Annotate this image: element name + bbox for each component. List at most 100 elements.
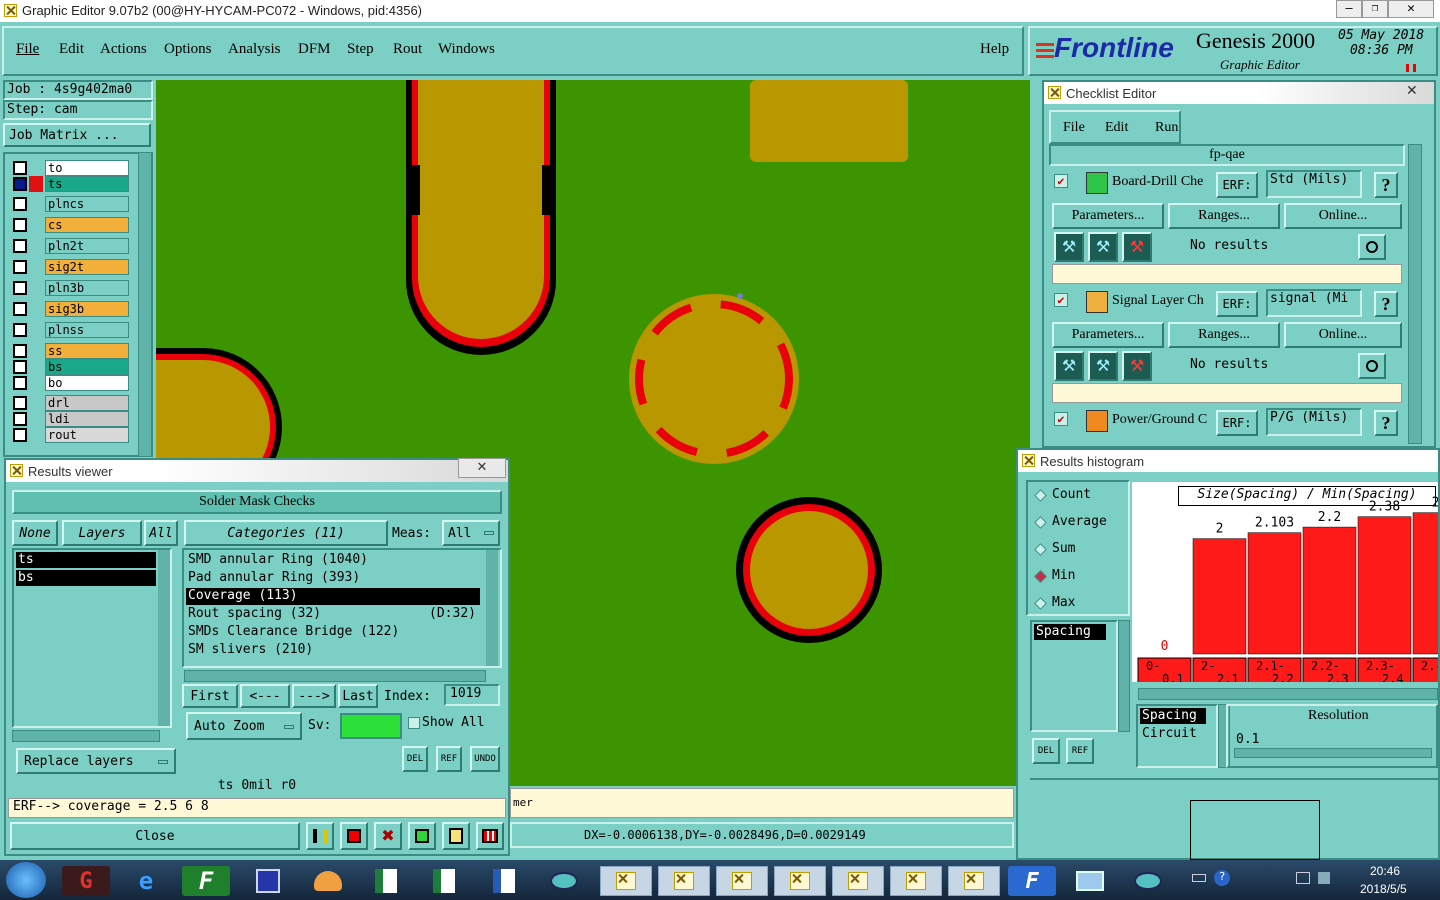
sv-color-select[interactable] (340, 713, 402, 739)
layer-checkbox[interactable] (13, 177, 27, 191)
agg-option-max[interactable]: Max (1034, 594, 1126, 614)
taskbar-app-monitor[interactable] (1066, 866, 1114, 896)
maximize-button[interactable]: ❐ (1362, 0, 1388, 18)
next-button[interactable]: ---> (292, 684, 336, 708)
tool-icon-3[interactable]: ✖ (374, 822, 402, 850)
checklist-menu-file[interactable]: File (1063, 120, 1085, 136)
taskbar-excel-1[interactable] (362, 866, 410, 896)
menu-help[interactable]: Help (980, 41, 1009, 58)
erf-field-2[interactable]: P/G (Mils) (1266, 408, 1362, 436)
results-close-button[interactable]: Close (10, 822, 300, 850)
layer-row-bo[interactable]: bo (11, 375, 129, 391)
replace-layers-select[interactable]: Replace layers (16, 748, 176, 774)
layer-row-plnss[interactable]: plnss (11, 322, 129, 338)
checklist-menu-edit[interactable]: Edit (1105, 120, 1128, 136)
run-icon-0-2[interactable]: ⚒ (1122, 232, 1152, 262)
job-matrix-button[interactable]: Job Matrix ... (3, 123, 151, 147)
taskbar-window-3[interactable] (716, 866, 768, 896)
erf-button-2[interactable]: ERF: (1216, 410, 1258, 436)
run-icon-0-1[interactable]: ⚒ (1088, 232, 1118, 262)
del-button[interactable]: DEL (402, 746, 428, 772)
category-item[interactable]: SMD annular Ring (1040) (186, 552, 480, 569)
tool-icon-4[interactable] (408, 822, 436, 850)
online-button-0[interactable]: Online... (1284, 203, 1402, 229)
results-layer-scrollbar[interactable] (158, 550, 170, 726)
layer-row-ss[interactable]: ss (11, 343, 129, 359)
taskbar-shell[interactable] (304, 866, 352, 896)
field-spacing[interactable]: Spacing (1034, 624, 1106, 640)
taskbar-window-1[interactable] (600, 866, 652, 896)
taskbar-word[interactable] (480, 866, 528, 896)
erf-button-0[interactable]: ERF: (1216, 172, 1258, 198)
layer-row-pln3b[interactable]: pln3b (11, 280, 129, 296)
histogram-bar[interactable] (1192, 538, 1247, 655)
layer-checkbox[interactable] (13, 197, 27, 211)
prev-button[interactable]: <--- (240, 684, 290, 708)
taskbar-frontline-2[interactable]: F (1008, 866, 1056, 896)
none-button[interactable]: None (12, 520, 58, 546)
tool-icon-1[interactable] (306, 822, 334, 850)
taskbar-window-7[interactable] (948, 866, 1000, 896)
parameters-button-0[interactable]: Parameters... (1052, 203, 1164, 229)
category-scrollbar[interactable] (486, 550, 498, 666)
meas-select[interactable]: All (442, 520, 500, 546)
layer-checkbox[interactable] (13, 302, 27, 316)
layers-button[interactable]: Layers (62, 520, 142, 546)
agg-option-count[interactable]: Count (1034, 486, 1126, 506)
check-toggle-2[interactable]: ✔ (1054, 412, 1068, 426)
keyboard-icon[interactable] (1192, 874, 1206, 882)
run-icon-1-1[interactable]: ⚒ (1088, 351, 1118, 381)
zoom-button-1[interactable] (1358, 353, 1386, 379)
layer-checkbox[interactable] (13, 344, 27, 358)
histogram-bar[interactable] (1302, 526, 1357, 655)
group-spacing[interactable]: Spacing (1140, 708, 1206, 724)
layer-row-sig3b[interactable]: sig3b (11, 301, 129, 317)
layer-checkbox[interactable] (13, 376, 27, 390)
layer-row-ldi[interactable]: ldi (11, 411, 129, 427)
menu-analysis[interactable]: Analysis (228, 41, 281, 58)
group-circuit-label[interactable]: Circuit (1142, 726, 1197, 741)
taskbar-excel-2[interactable] (420, 866, 468, 896)
histogram-bar[interactable] (1357, 516, 1412, 655)
check-toggle-0[interactable]: ✔ (1054, 174, 1068, 188)
first-button[interactable]: First (182, 684, 238, 708)
zoom-button-0[interactable] (1358, 234, 1386, 260)
show-all-checkbox[interactable] (408, 717, 420, 729)
layer-checkbox[interactable] (13, 412, 27, 426)
results-layer-hscroll[interactable] (12, 730, 160, 742)
menu-dfm[interactable]: DFM (298, 41, 331, 58)
layer-checkbox[interactable] (13, 281, 27, 295)
hist-del-button[interactable]: DEL (1032, 738, 1060, 764)
layer-row-bs[interactable]: bs (11, 359, 129, 375)
taskbar-window-5[interactable] (832, 866, 884, 896)
start-button[interactable] (6, 862, 46, 898)
online-button-1[interactable]: Online... (1284, 322, 1402, 348)
layer-checkbox[interactable] (13, 396, 27, 410)
auto-zoom-select[interactable]: Auto Zoom (186, 712, 302, 740)
layer-scrollbar[interactable] (138, 152, 152, 457)
layer-checkbox[interactable] (13, 360, 27, 374)
hist-ref-button[interactable]: REF (1066, 738, 1094, 764)
taskbar-window-6[interactable] (890, 866, 942, 896)
layer-row-sig2t[interactable]: sig2t (11, 259, 129, 275)
ranges-button-0[interactable]: Ranges... (1168, 203, 1280, 229)
menu-rout[interactable]: Rout (393, 41, 422, 58)
menu-step[interactable]: Step (347, 41, 374, 58)
field-list-scrollbar[interactable] (1118, 620, 1130, 732)
taskbar-ie[interactable]: e (122, 866, 170, 896)
ranges-button-1[interactable]: Ranges... (1168, 322, 1280, 348)
run-icon-1-0[interactable]: ⚒ (1054, 351, 1084, 381)
check-toggle-1[interactable]: ✔ (1054, 293, 1068, 307)
menu-edit[interactable]: Edit (59, 41, 84, 58)
layer-row-ts[interactable]: ts (11, 176, 129, 192)
results-layer-bs[interactable]: bs (16, 570, 156, 586)
layer-checkbox[interactable] (13, 260, 27, 274)
layer-checkbox[interactable] (13, 428, 27, 442)
category-item[interactable]: SM slivers (210) (186, 642, 480, 659)
menu-windows[interactable]: Windows (438, 41, 495, 58)
taskbar-window-2[interactable] (658, 866, 710, 896)
resolution-slider[interactable] (1234, 748, 1432, 758)
checklist-menu-run[interactable]: Run (1155, 120, 1178, 136)
histogram-bar[interactable] (1247, 532, 1302, 655)
last-button[interactable]: Last (338, 684, 378, 708)
